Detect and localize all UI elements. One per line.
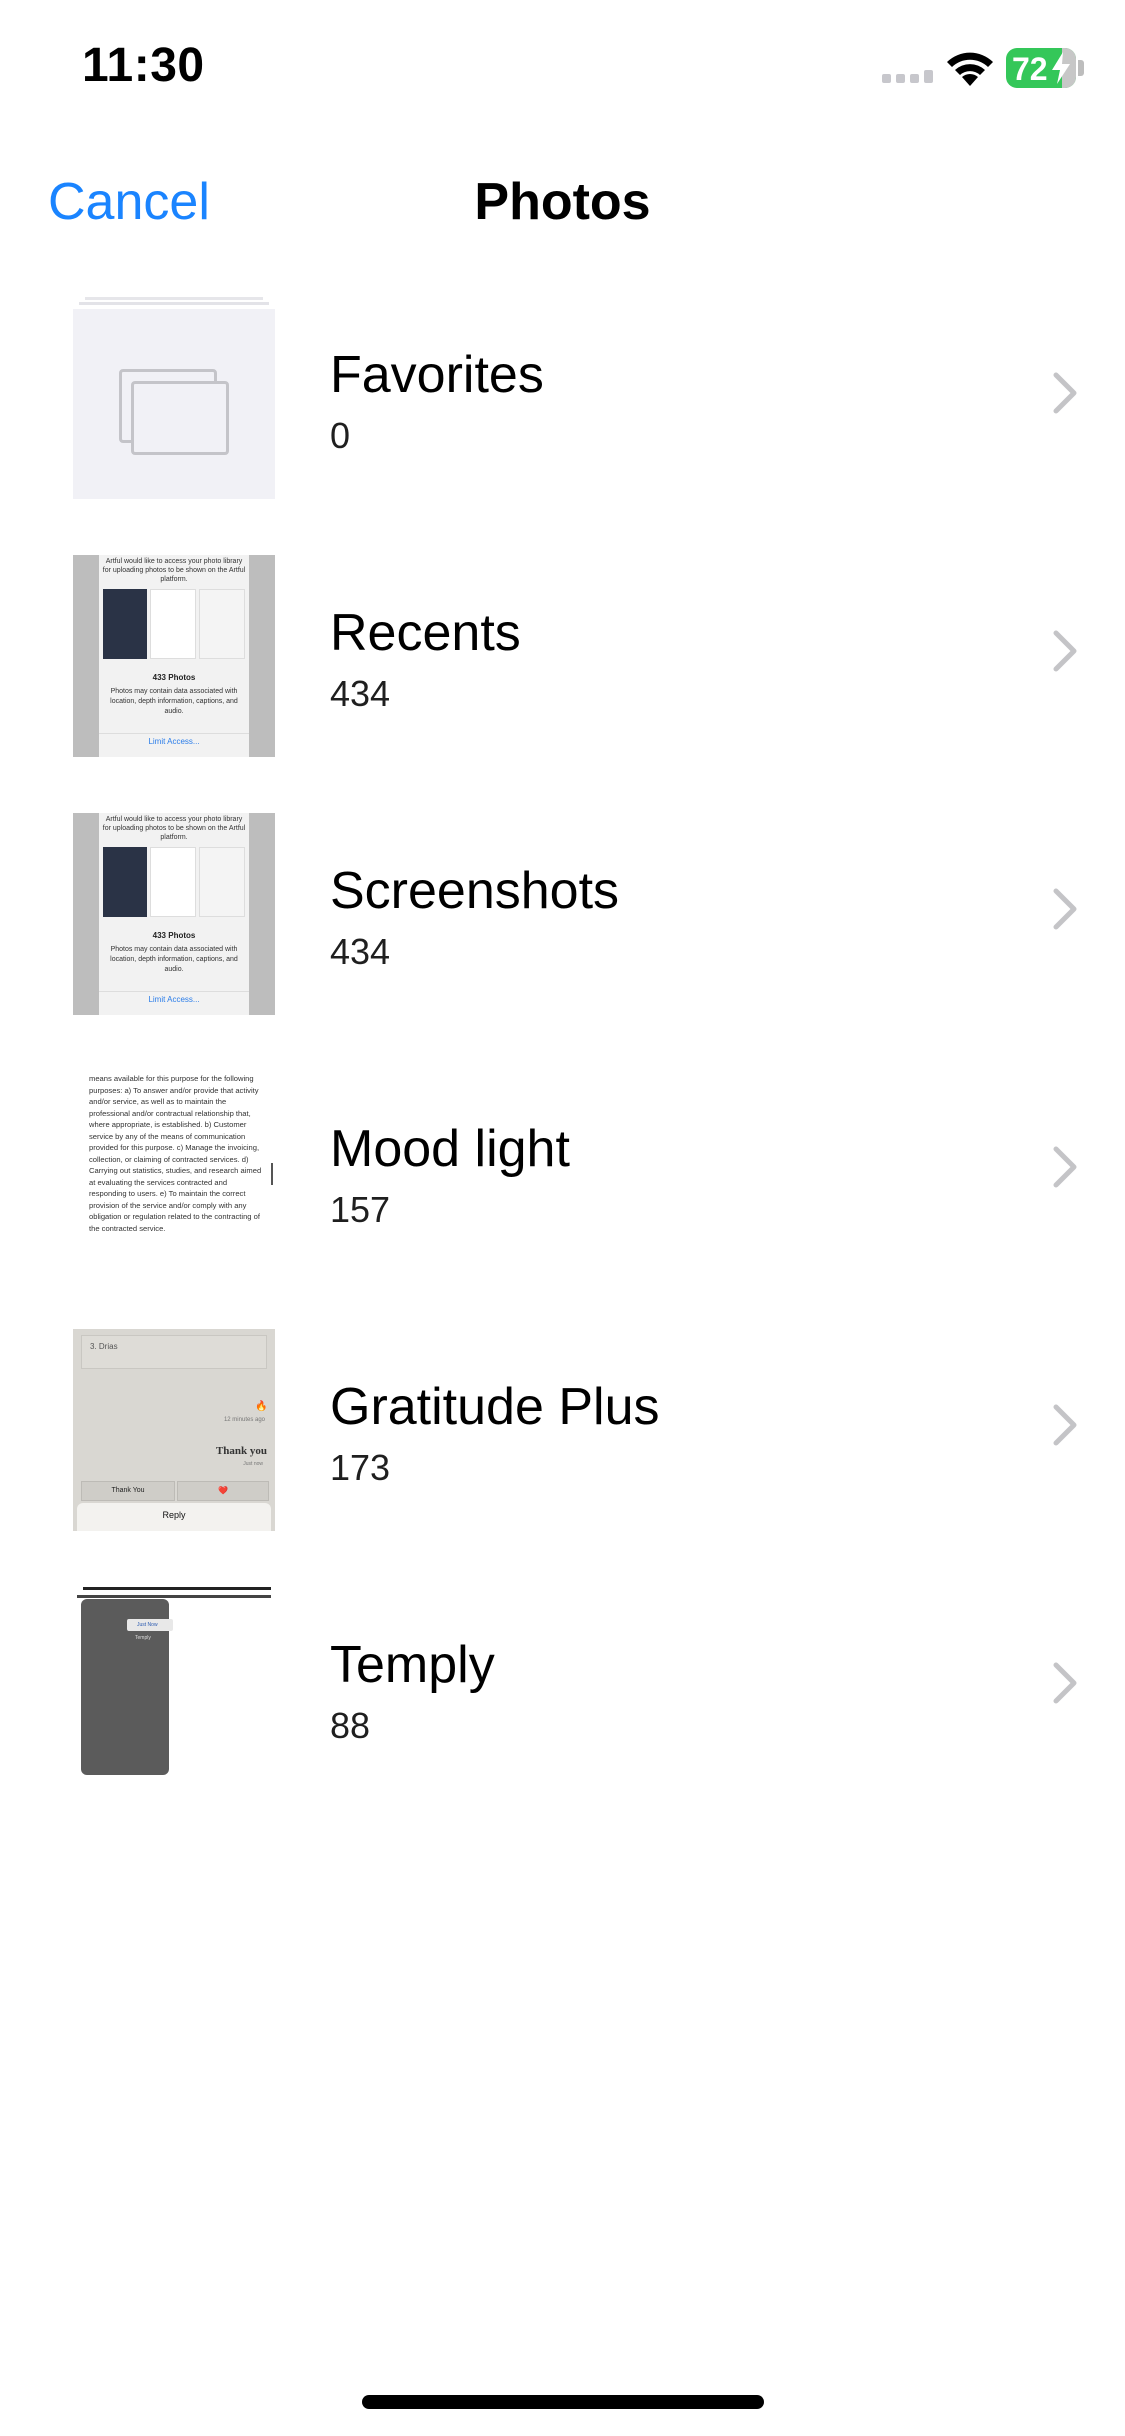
album-thumbnail: Artful would like to access your photo l… xyxy=(73,813,275,1015)
album-name: Screenshots xyxy=(330,862,620,920)
album-count: 434 xyxy=(330,931,391,972)
album-thumbnail: means available for this purpose for the… xyxy=(73,1071,275,1273)
album-thumbnail: 3. Drias 🔥 12 minutes ago Thank you Just… xyxy=(73,1329,275,1531)
chevron-right-icon xyxy=(1053,630,1077,672)
album-row-favorites[interactable]: Favorites 0 xyxy=(0,285,1125,543)
thumbnail-text: Reply xyxy=(77,1503,271,1531)
album-row-gratitude-plus[interactable]: 3. Drias 🔥 12 minutes ago Thank you Just… xyxy=(0,1317,1125,1575)
thumbnail-text: Just Now xyxy=(127,1619,173,1631)
chevron-right-icon xyxy=(1053,1146,1077,1188)
navigation-bar: Cancel Photos xyxy=(0,160,1125,260)
chevron-right-icon xyxy=(1053,1404,1077,1446)
album-list: Favorites 0 Artful would like to access … xyxy=(0,285,1125,1833)
album-name: Temply xyxy=(330,1636,495,1694)
thumbnail-text: Limit Access... xyxy=(99,991,249,1004)
album-thumbnail: Just Now Temply xyxy=(73,1587,275,1789)
thumbnail-text: Thank You xyxy=(81,1481,175,1501)
thumbnail-text: 433 Photos xyxy=(152,673,196,682)
album-count: 434 xyxy=(330,673,391,714)
cellular-signal-icon xyxy=(882,70,933,83)
album-row-recents[interactable]: Artful would like to access your photo l… xyxy=(0,543,1125,801)
thumbnail-text: Thank you xyxy=(215,1445,267,1457)
album-name: Gratitude Plus xyxy=(330,1378,660,1436)
battery-icon: 72 xyxy=(1006,48,1076,88)
thumbnail-text: Photos may contain data associated with … xyxy=(110,946,238,973)
album-count: 157 xyxy=(330,1189,391,1230)
album-name: Mood light xyxy=(330,1120,570,1178)
thumbnail-text: Limit Access... xyxy=(99,733,249,746)
album-count: 0 xyxy=(330,415,351,456)
album-row-mood-light[interactable]: means available for this purpose for the… xyxy=(0,1059,1125,1317)
flame-icon: 🔥 xyxy=(255,1401,268,1412)
album-row-screenshots[interactable]: Artful would like to access your photo l… xyxy=(0,801,1125,1059)
charging-bolt-icon xyxy=(1052,52,1070,84)
album-row-temply[interactable]: Just Now Temply Temply 88 xyxy=(0,1575,1125,1833)
thumbnail-text: Photos may contain data associated with … xyxy=(110,688,238,715)
status-bar: 11:30 72 xyxy=(0,0,1125,140)
thumbnail-text: means available for this purpose for the… xyxy=(89,1074,262,1233)
thumbnail-text: 433 Photos xyxy=(152,931,196,940)
page-title: Photos xyxy=(474,173,651,231)
chevron-right-icon xyxy=(1053,1662,1077,1704)
status-time: 11:30 xyxy=(82,39,205,92)
album-count: 88 xyxy=(330,1705,371,1746)
thumbnail-text: Just now xyxy=(243,1461,263,1467)
heart-icon: ❤️ xyxy=(177,1481,269,1501)
wifi-icon xyxy=(947,52,993,86)
thumbnail-text: 12 minutes ago xyxy=(223,1417,265,1423)
thumbnail-text: Temply xyxy=(135,1635,151,1641)
battery-cap xyxy=(1078,60,1084,76)
home-indicator[interactable] xyxy=(362,2395,764,2409)
chevron-right-icon xyxy=(1053,888,1077,930)
album-name: Favorites xyxy=(330,346,544,404)
album-name: Recents xyxy=(330,604,521,662)
album-thumbnail: Artful would like to access your photo l… xyxy=(73,555,275,757)
thumbnail-text: 3. Drias xyxy=(81,1335,267,1369)
chevron-right-icon xyxy=(1053,372,1077,414)
album-count: 173 xyxy=(330,1447,391,1488)
album-thumbnail xyxy=(73,297,275,499)
thumbnail-text: Artful would like to access your photo l… xyxy=(102,558,246,583)
thumbnail-text: Artful would like to access your photo l… xyxy=(102,816,246,841)
battery-percent: 72 xyxy=(1012,51,1048,87)
